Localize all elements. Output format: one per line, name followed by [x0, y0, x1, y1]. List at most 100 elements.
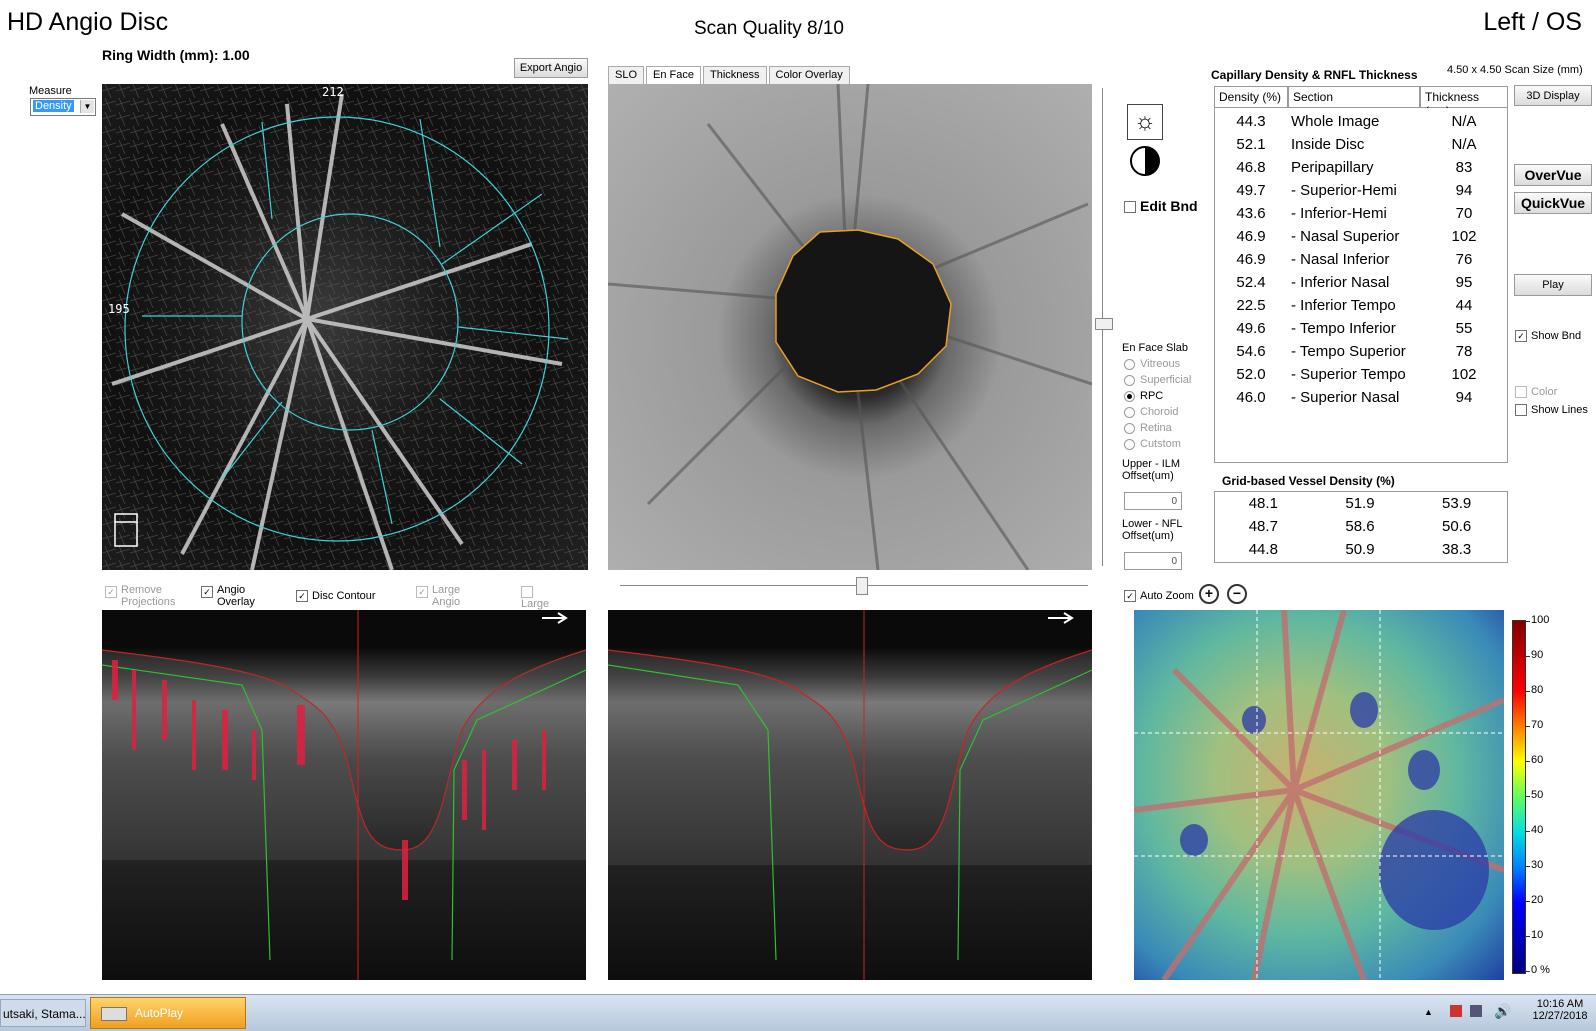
color-checkbox[interactable]: Color: [1515, 386, 1557, 399]
thickness-cell: 94: [1455, 389, 1473, 406]
density-color-map[interactable]: [1134, 610, 1504, 980]
table-row[interactable]: 46.9 - Nasal Superior 102: [1215, 225, 1507, 248]
tray-date: 12/27/2018: [1532, 1010, 1588, 1022]
export-angio-button[interactable]: Export Angio: [514, 58, 588, 78]
quickvue-button[interactable]: QuickVue: [1514, 192, 1592, 214]
density-cell: 54.6: [1236, 343, 1266, 360]
color-scale-label: 30: [1531, 859, 1544, 871]
thickness-cell: 78: [1455, 343, 1473, 360]
zoom-in-icon[interactable]: +: [1199, 584, 1219, 604]
vertical-slider-thumb[interactable]: [1095, 318, 1113, 330]
large-angio-checkbox[interactable]: ✓ Large Angio: [416, 584, 464, 608]
thickness-cell: 83: [1455, 159, 1473, 176]
tray-volume-icon[interactable]: 🔊: [1494, 1003, 1511, 1020]
thickness-cell: 70: [1455, 205, 1473, 222]
tray-clock[interactable]: 10:16 AM 12/27/2018: [1530, 998, 1590, 1022]
tray-arrow-icon[interactable]: ▲: [1424, 1007, 1433, 1017]
color-scale-tick: [1526, 796, 1530, 797]
taskbar-autoplay[interactable]: AutoPlay: [90, 997, 246, 1029]
upper-offset-input[interactable]: 0: [1124, 492, 1182, 510]
disc-contour-checkbox[interactable]: ✓ Disc Contour: [296, 590, 376, 603]
thickness-cell: 76: [1455, 251, 1473, 268]
en-face-graphic: [608, 84, 1092, 570]
grid-row: 48.7 58.6 50.6: [1215, 515, 1505, 538]
bscan-angio[interactable]: [102, 610, 586, 980]
color-scale-label: 0 %: [1531, 964, 1550, 976]
color-scale-tick: [1526, 656, 1530, 657]
col-header-section[interactable]: Section: [1288, 86, 1420, 108]
density-cell: 22.5: [1236, 297, 1266, 314]
auto-zoom-checkbox[interactable]: ✓ Auto Zoom: [1124, 590, 1194, 603]
grid-cell: 48.1: [1248, 495, 1278, 512]
slab-option-vitreous[interactable]: Vitreous: [1124, 358, 1180, 370]
taskbar-user-item[interactable]: utsaki, Stama...: [0, 999, 86, 1027]
thickness-cell: 55: [1455, 320, 1473, 337]
grid-density-grid: 48.1 51.9 53.9 48.7 58.6 50.6 44.8 50.9 38.3: [1215, 492, 1505, 561]
table-row[interactable]: 44.3 Whole Image N/A: [1215, 110, 1507, 133]
slab-option-retina[interactable]: Retina: [1124, 422, 1172, 434]
table-row[interactable]: 54.6 - Tempo Superior 78: [1215, 340, 1507, 363]
density-cell: 52.1: [1236, 136, 1266, 153]
table-row[interactable]: 52.0 - Superior Tempo 102: [1215, 363, 1507, 386]
tray-network-icon[interactable]: [1470, 1005, 1482, 1017]
table-row[interactable]: 49.6 - Tempo Inferior 55: [1215, 317, 1507, 340]
grid-cell: 58.6: [1345, 518, 1375, 535]
grid-density-table: 48.1 51.9 53.9 48.7 58.6 50.6 44.8 50.9 38.3: [1214, 491, 1508, 563]
col-header-density[interactable]: Density (%): [1214, 86, 1288, 108]
table-row[interactable]: 43.6 - Inferior-Hemi 70: [1215, 202, 1507, 225]
grid-row: 48.1 51.9 53.9: [1215, 492, 1505, 515]
color-scale-label: 80: [1531, 684, 1544, 696]
thickness-cell: 102: [1451, 366, 1477, 383]
remove-projections-checkbox[interactable]: ✓ Remove Projections: [105, 584, 190, 608]
bscan-structural[interactable]: [608, 610, 1092, 980]
tray-time: 10:16 AM: [1536, 998, 1584, 1010]
col-header-thickness[interactable]: Thickness (µm): [1420, 86, 1508, 118]
scan-size: 4.50 x 4.50 Scan Size (mm): [1447, 64, 1583, 76]
scan-quality: Scan Quality 8/10: [694, 18, 844, 39]
table-row[interactable]: 46.8 Peripapillary 83: [1215, 156, 1507, 179]
color-scale-label: 70: [1531, 719, 1544, 731]
measure-dropdown[interactable]: Density ▼: [30, 98, 96, 116]
table-row[interactable]: 46.0 - Superior Nasal 94: [1215, 386, 1507, 409]
slab-option-choroid[interactable]: Choroid: [1124, 406, 1179, 418]
slab-option-superficial[interactable]: Superficial: [1124, 374, 1191, 386]
angio-image[interactable]: 212 195: [102, 84, 588, 570]
en-face-image[interactable]: [608, 84, 1092, 570]
section-cell: - Nasal Inferior: [1291, 251, 1390, 268]
brightness-icon[interactable]: ☼: [1127, 104, 1163, 140]
table-row[interactable]: 22.5 - Inferior Tempo 44: [1215, 294, 1507, 317]
zoom-out-icon[interactable]: −: [1227, 584, 1247, 604]
grid-cell: 53.9: [1442, 495, 1472, 512]
show-lines-checkbox[interactable]: Show Lines: [1515, 404, 1588, 417]
3d-display-button[interactable]: 3D Display: [1514, 85, 1592, 106]
slab-title: En Face Slab: [1122, 342, 1189, 354]
edit-bnd-box[interactable]: [1124, 201, 1136, 214]
lower-offset-input[interactable]: 0: [1124, 552, 1182, 570]
density-cell: 49.7: [1236, 182, 1266, 199]
color-scale-tick: [1526, 866, 1530, 867]
thickness-cell: N/A: [1451, 113, 1477, 130]
grid-cell: 50.6: [1442, 518, 1472, 535]
edit-bnd-checkbox[interactable]: Edit Bnd: [1124, 198, 1198, 214]
color-scale-tick: [1526, 691, 1530, 692]
horizontal-slider-thumb[interactable]: [856, 577, 868, 595]
show-bnd-checkbox[interactable]: ✓ Show Bnd: [1515, 330, 1581, 343]
horizontal-slider-track: [620, 585, 1088, 586]
table-row[interactable]: 52.4 - Inferior Nasal 95: [1215, 271, 1507, 294]
table-row[interactable]: 49.7 - Superior-Hemi 94: [1215, 179, 1507, 202]
thickness-cell: 102: [1451, 228, 1477, 245]
grid-cell: 48.7: [1248, 518, 1278, 535]
overvue-button[interactable]: OverVue: [1514, 164, 1592, 186]
taskbar: utsaki, Stama... AutoPlay ▲ 🔊 10:16 AM 1…: [0, 994, 1596, 1031]
table-row[interactable]: 46.9 - Nasal Inferior 76: [1215, 248, 1507, 271]
angio-overlay-checkbox[interactable]: ✓ Angio Overlay: [201, 584, 263, 608]
slab-option-custom[interactable]: Cutstom: [1124, 438, 1181, 450]
table-row[interactable]: 52.1 Inside Disc N/A: [1215, 133, 1507, 156]
tray-flag-icon[interactable]: [1450, 1005, 1462, 1017]
chevron-down-icon[interactable]: ▼: [80, 100, 94, 113]
play-button[interactable]: Play: [1514, 274, 1592, 296]
measure-label: Measure: [29, 85, 72, 97]
slab-option-rpc[interactable]: RPC: [1124, 390, 1163, 402]
contrast-icon[interactable]: [1130, 146, 1160, 176]
section-cell: - Nasal Superior: [1291, 228, 1400, 245]
